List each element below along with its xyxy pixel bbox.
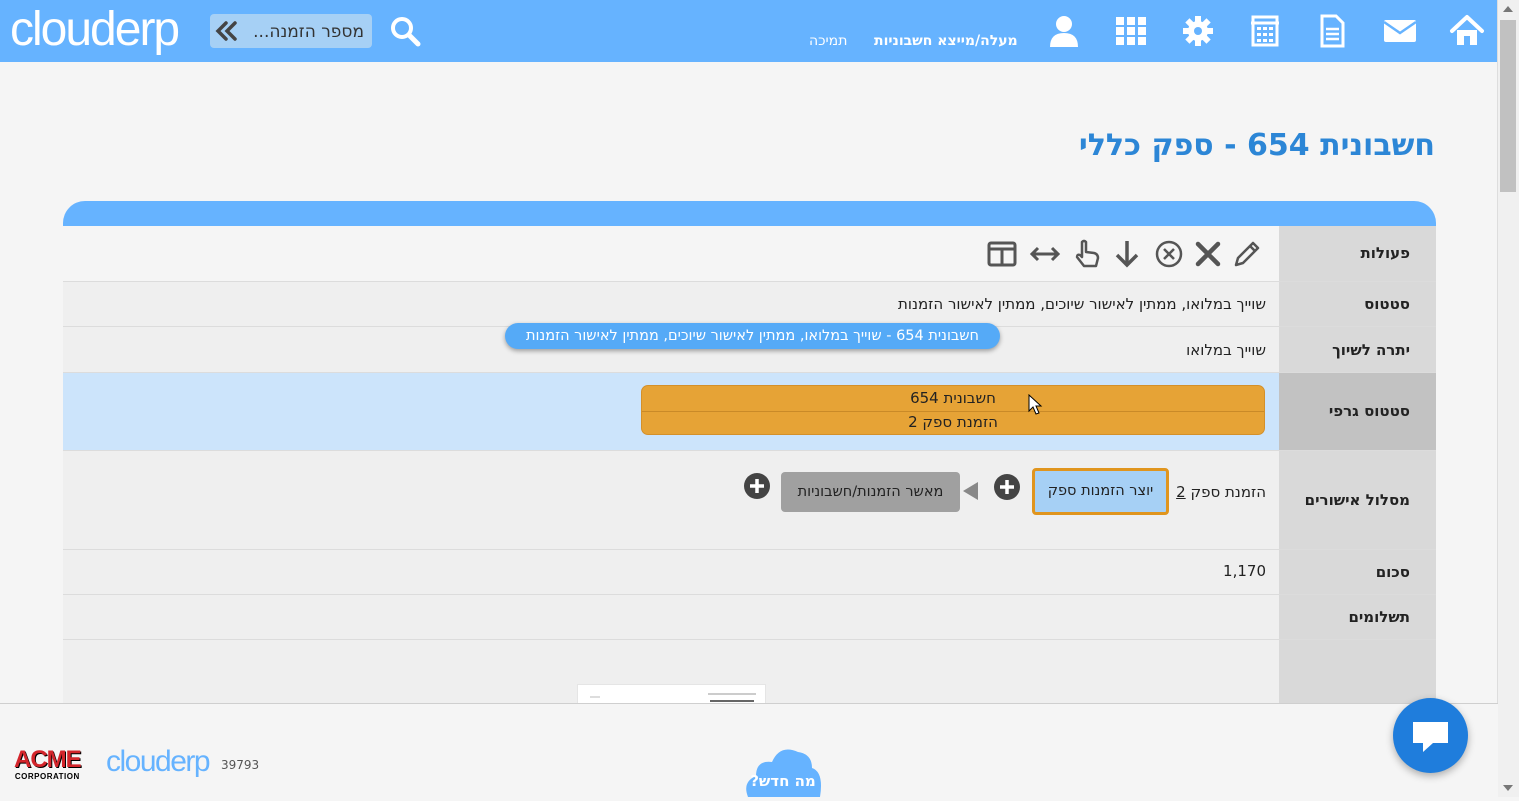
graphic-invoice-line[interactable]: חשבונית 654 [642, 386, 1264, 412]
gear-icon[interactable] [1180, 14, 1216, 48]
double-chevron-left-icon[interactable] [212, 20, 240, 42]
approval-label: מסלול אישורים [1279, 451, 1436, 549]
sum-value: 1,170 [1223, 562, 1266, 580]
approval-step-order-creator[interactable]: יוצר הזמנות ספק [1032, 468, 1169, 515]
balance-value: שוייך במלואו [1186, 341, 1266, 359]
order-search-box [210, 14, 372, 48]
pencil-icon[interactable] [1231, 238, 1263, 270]
arrow-down-icon[interactable] [1111, 238, 1143, 270]
horizontal-arrows-icon[interactable] [1029, 238, 1061, 270]
approval-step-approver[interactable]: מאשר הזמנות/חשבוניות [781, 472, 960, 512]
approval-arrow-icon [963, 482, 978, 500]
split-view-icon[interactable] [986, 238, 1018, 270]
user-icon[interactable] [1046, 14, 1082, 48]
scroll-down-arrow[interactable] [1503, 785, 1513, 791]
payments-row: תשלומים [63, 594, 1436, 639]
scroll-thumb[interactable] [1500, 20, 1516, 192]
invoice-document-thumbnail[interactable] [577, 684, 766, 705]
graphic-status-label: סטטוס גרפי [1279, 373, 1436, 450]
actions-label: פעולות [1279, 226, 1436, 281]
payments-label: תשלומים [1279, 595, 1436, 639]
footer-clouderp-logo: clouderp [106, 745, 211, 778]
status-value: שוייך במלואו, ממתין לאישור שיוכים, ממתין… [898, 295, 1266, 313]
acme-logo: ACME CORPORATION [14, 746, 82, 782]
upload-invoices-link[interactable]: מעלה/מייצא חשבוניות [874, 33, 1018, 49]
clouderp-logo[interactable]: clouderp [10, 2, 180, 58]
page-scrollbar[interactable] [1497, 0, 1519, 797]
document-scribble-icon [590, 693, 756, 702]
whats-new-button[interactable]: מה חדש? [742, 742, 824, 797]
status-label: סטטוס [1279, 282, 1436, 326]
order-number-input[interactable] [242, 19, 366, 45]
document-preview-label [1279, 640, 1436, 705]
mouse-cursor-icon [1028, 394, 1043, 415]
close-icon[interactable] [1192, 238, 1224, 270]
top-navbar: clouderp תמיכה מעלה/מייצא חשבוניות [0, 0, 1498, 62]
chat-bubble-icon [1413, 722, 1448, 752]
home-icon[interactable] [1449, 14, 1485, 48]
calculator-icon[interactable] [1247, 14, 1283, 48]
chat-button[interactable] [1393, 698, 1468, 773]
status-tooltip: חשבונית 654 - שוייך במלואו, ממתין לאישור… [505, 323, 1000, 349]
scroll-up-arrow[interactable] [1503, 6, 1513, 12]
sum-row: סכום 1,170 [63, 549, 1436, 594]
card-header-bar [63, 201, 1436, 227]
add-approver-icon-2[interactable] [743, 472, 771, 500]
graphic-order-line[interactable]: הזמנת ספק 2 [642, 411, 1264, 435]
support-link[interactable]: תמיכה [809, 33, 847, 49]
document-icon[interactable] [1314, 14, 1350, 48]
add-approver-icon[interactable] [993, 473, 1021, 501]
graphic-status-bar[interactable]: חשבונית 654 הזמנת ספק 2 [641, 385, 1265, 435]
cancel-circle-icon[interactable] [1153, 238, 1185, 270]
balance-label: יתרה לשיוך [1279, 327, 1436, 372]
search-icon[interactable] [388, 14, 422, 48]
hand-pointer-icon[interactable] [1071, 238, 1103, 270]
footer-number: 39793 [221, 758, 260, 772]
status-row: סטטוס שוייך במלואו, ממתין לאישור שיוכים,… [63, 281, 1436, 326]
sum-label: סכום [1279, 550, 1436, 594]
apps-grid-icon[interactable] [1113, 14, 1149, 48]
approval-order-ref: הזמנת ספק 2 [1176, 483, 1266, 501]
mail-icon[interactable] [1382, 14, 1418, 48]
order-number-link[interactable]: 2 [1176, 483, 1186, 501]
page-title: חשבונית 654 - ספק כללי [1078, 128, 1435, 163]
